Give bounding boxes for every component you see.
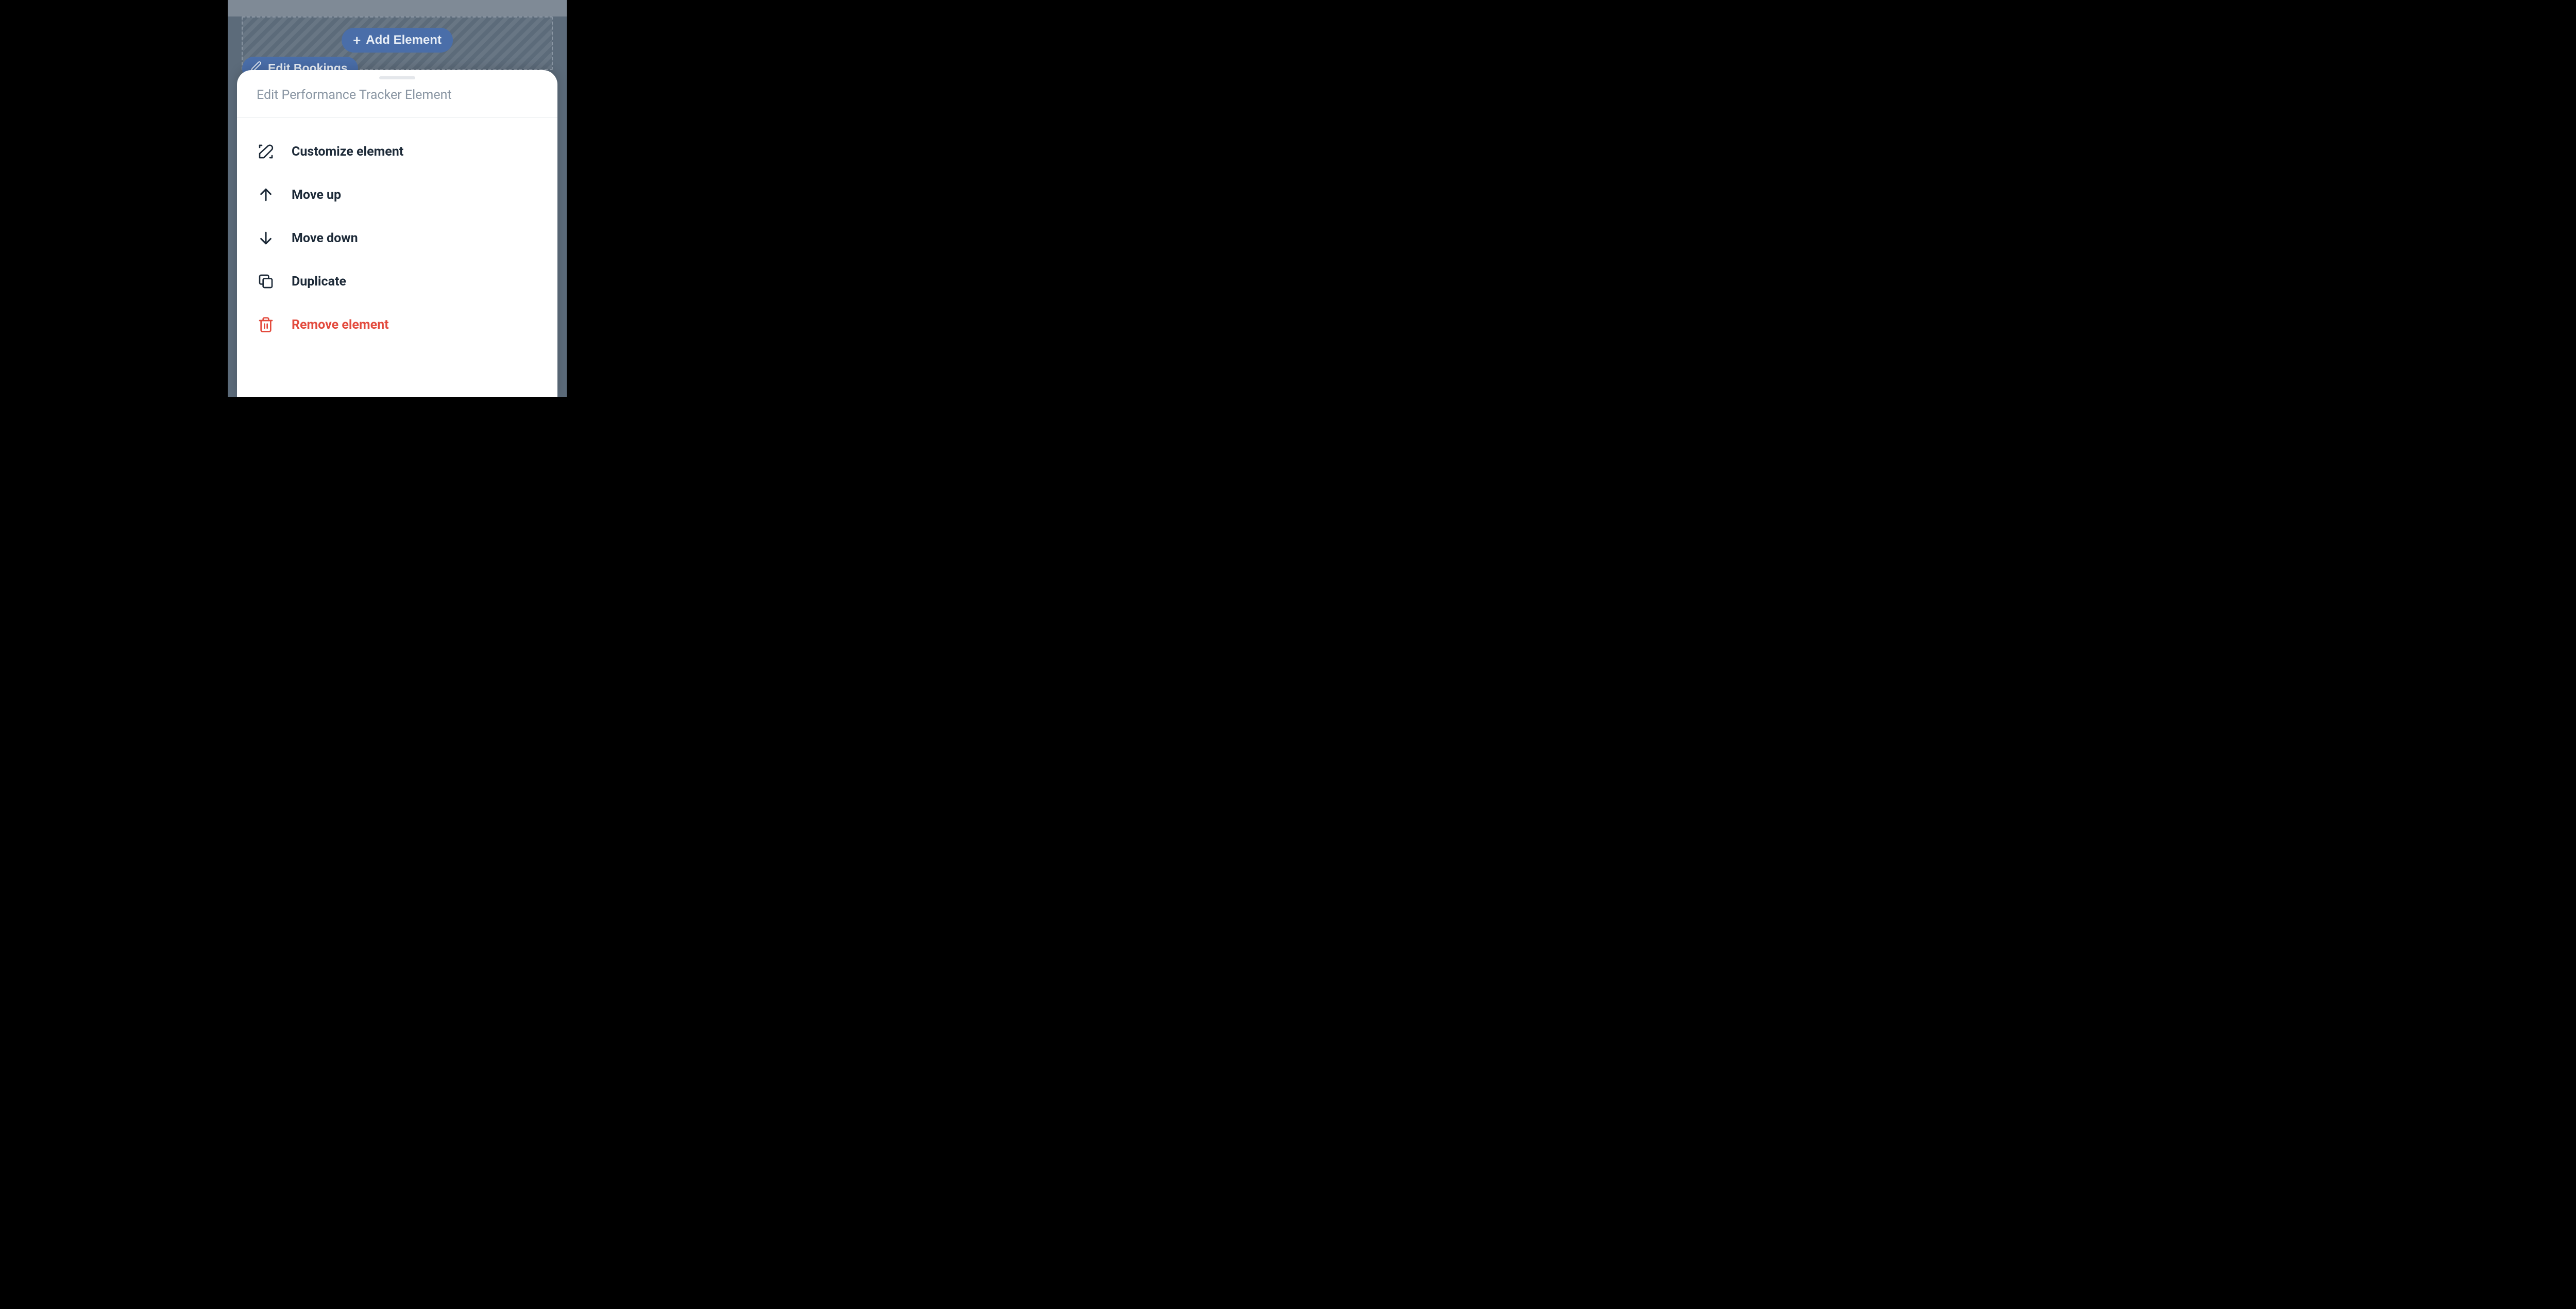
trash-icon (257, 315, 275, 334)
menu-item-label: Customize element (292, 144, 403, 159)
top-overlay-strip (228, 0, 567, 16)
menu-item-label: Duplicate (292, 274, 346, 289)
arrow-up-icon (257, 186, 275, 204)
brush-icon (257, 142, 275, 161)
add-element-button[interactable]: + Add Element (342, 28, 453, 53)
menu-item-customize[interactable]: Customize element (237, 130, 557, 173)
sheet-title: Edit Performance Tracker Element (237, 79, 557, 117)
menu-item-label: Move up (292, 188, 341, 203)
menu-item-label: Remove element (292, 317, 389, 332)
action-sheet: Edit Performance Tracker Element Customi… (237, 70, 557, 397)
menu-item-move-down[interactable]: Move down (237, 216, 557, 260)
menu-item-label: Move down (292, 231, 358, 246)
menu-item-move-up[interactable]: Move up (237, 173, 557, 216)
menu-item-remove[interactable]: Remove element (237, 303, 557, 346)
menu-list: Customize element Move up (237, 118, 557, 346)
plus-icon: + (353, 33, 361, 47)
add-element-label: Add Element (366, 33, 442, 47)
app-frame: + Add Element Edit Bookings Edit Perform… (228, 0, 567, 397)
menu-item-duplicate[interactable]: Duplicate (237, 260, 557, 303)
copy-icon (257, 272, 275, 291)
arrow-down-icon (257, 229, 275, 247)
